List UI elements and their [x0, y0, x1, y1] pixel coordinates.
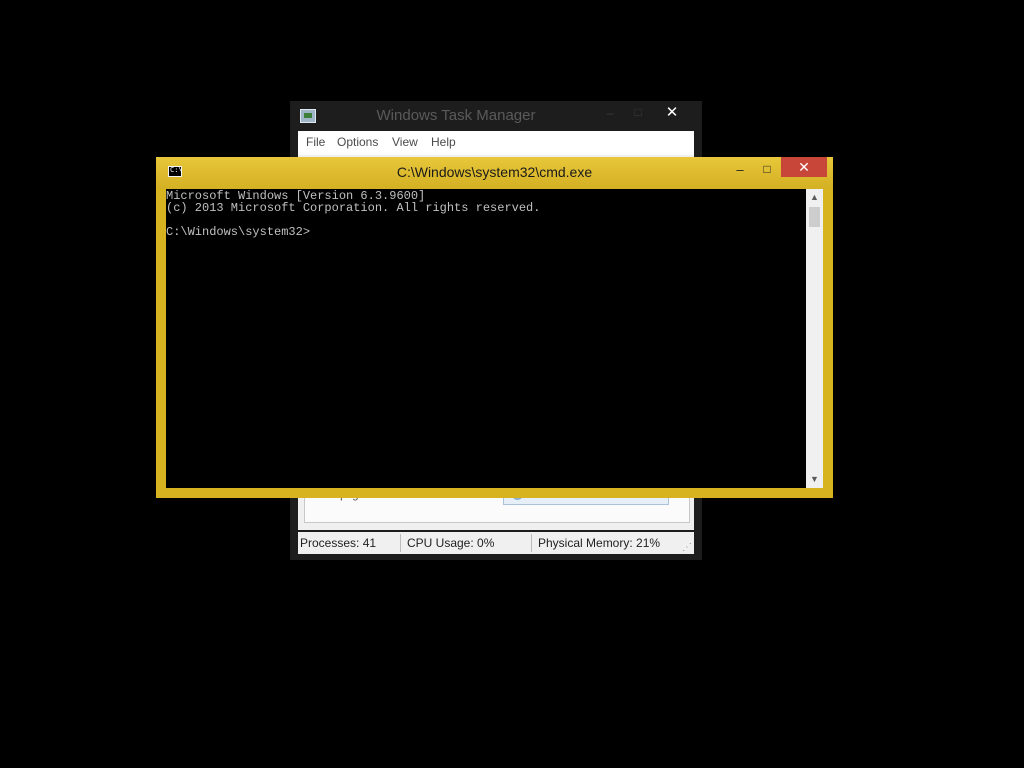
- menu-help[interactable]: Help: [431, 135, 456, 149]
- processes-count: Processes: 41: [300, 536, 377, 550]
- console-prompt: C:\Windows\system32>: [166, 225, 311, 239]
- resize-grip-icon[interactable]: ⋰: [682, 542, 692, 553]
- task-manager-title: Windows Task Manager: [376, 107, 536, 124]
- maximize-button[interactable]: □: [757, 159, 777, 179]
- cpu-usage: CPU Usage: 0%: [407, 536, 495, 550]
- close-button[interactable]: ✕: [781, 157, 827, 177]
- physical-memory: Physical Memory: 21%: [538, 536, 661, 550]
- scroll-thumb[interactable]: [809, 207, 820, 227]
- close-button[interactable]: ✕: [662, 103, 682, 123]
- menu-bar: File Options View Help: [298, 131, 694, 155]
- scroll-down-icon[interactable]: ▼: [806, 471, 823, 488]
- cmd-titlebar[interactable]: C:\ C:\Windows\system32\cmd.exe – □ ✕: [156, 157, 833, 189]
- maximize-button[interactable]: □: [630, 104, 646, 120]
- menu-view[interactable]: View: [392, 135, 418, 149]
- minimize-button[interactable]: –: [602, 105, 618, 121]
- scroll-up-icon[interactable]: ▲: [806, 189, 823, 206]
- menu-file[interactable]: File: [306, 135, 325, 149]
- menu-options[interactable]: Options: [337, 135, 378, 149]
- vertical-scrollbar[interactable]: ▲ ▼: [806, 189, 823, 488]
- cmd-window[interactable]: C:\ C:\Windows\system32\cmd.exe – □ ✕ Mi…: [156, 157, 833, 498]
- status-separator: [531, 534, 532, 552]
- minimize-button[interactable]: –: [730, 160, 750, 180]
- status-separator: [400, 534, 401, 552]
- task-manager-titlebar[interactable]: Windows Task Manager – □ ✕: [290, 101, 702, 131]
- status-bar: Processes: 41 CPU Usage: 0% Physical Mem…: [298, 532, 694, 554]
- console-output[interactable]: Microsoft Windows [Version 6.3.9600] (c)…: [166, 189, 806, 488]
- console-line: (c) 2013 Microsoft Corporation. All righ…: [166, 201, 541, 215]
